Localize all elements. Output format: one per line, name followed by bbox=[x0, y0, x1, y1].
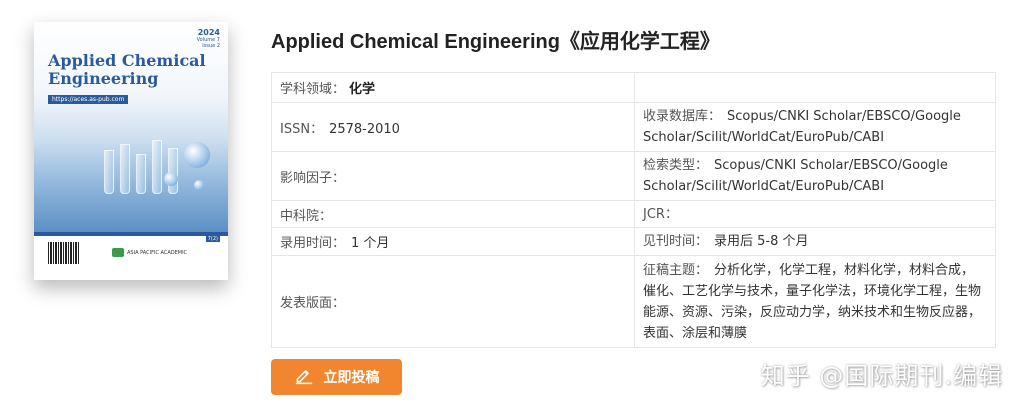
cover-title: Applied Chemical Engineering bbox=[48, 51, 206, 88]
database-cell: 收录数据库： Scopus/CNKI Scholar/EBSCO/Google S… bbox=[634, 102, 996, 152]
submit-button[interactable]: 立即投稿 bbox=[271, 359, 402, 395]
table-row: ISSN： 2578-2010 收录数据库： Scopus/CNKI Scholar… bbox=[271, 102, 996, 152]
acceptance-time-value: 1 个月 bbox=[351, 236, 390, 251]
empty-cell bbox=[634, 72, 996, 103]
publish-time-cell: 见刊时间： 录用后 5-8 个月 bbox=[634, 227, 996, 256]
impact-factor-label: 影响因子： bbox=[280, 170, 346, 186]
publisher-logo-icon bbox=[112, 248, 124, 257]
issn-cell: ISSN： 2578-2010 bbox=[271, 102, 635, 152]
issn-label: ISSN： bbox=[280, 121, 324, 137]
watermark-text: 知乎 @国际期刊.编辑 bbox=[760, 362, 1003, 390]
subject-label: 学科领域： bbox=[280, 82, 346, 97]
table-row: 录用时间： 1 个月 见刊时间： 录用后 5-8 个月 bbox=[271, 227, 996, 256]
table-row: 中科院： JCR： bbox=[271, 200, 996, 228]
issn-value: 2578-2010 bbox=[329, 121, 400, 137]
table-row: 影响因子： 检索类型： Scopus/CNKI Scholar/EBSCO/Goo… bbox=[271, 151, 996, 201]
table-row: 学科领域： 化学 bbox=[271, 72, 996, 103]
barcode-icon bbox=[48, 242, 80, 264]
database-label: 收录数据库： bbox=[643, 109, 722, 124]
cover-url: https://aces.as-pub.com bbox=[48, 95, 129, 104]
cover-year: 2024 Volume 7 Issue 2 bbox=[196, 28, 220, 49]
cas-label: 中科院： bbox=[280, 208, 333, 224]
cover-band bbox=[34, 232, 228, 236]
layout-label: 发表版面： bbox=[280, 296, 346, 311]
publish-time-value: 录用后 5-8 个月 bbox=[714, 234, 809, 249]
journal-cover[interactable]: 2024 Volume 7 Issue 2 Applied Chemical E… bbox=[34, 22, 228, 280]
jcr-label: JCR： bbox=[643, 206, 678, 222]
index-type-label: 检索类型： bbox=[643, 158, 709, 173]
topics-label: 征稿主题： bbox=[643, 262, 709, 278]
acceptance-time-label: 录用时间： bbox=[280, 236, 346, 251]
acceptance-time-cell: 录用时间： 1 个月 bbox=[271, 227, 635, 256]
table-row: 发表版面： 征稿主题： 分析化学，化学工程，材料化学，材料合成，催化、工艺化学与技… bbox=[271, 255, 996, 348]
topics-cell: 征稿主题： 分析化学，化学工程，材料化学，材料合成，催化、工艺化学与技术，量子化学… bbox=[634, 255, 996, 348]
layout-cell: 发表版面： bbox=[271, 255, 635, 348]
cover-issue-badge: 7(2) bbox=[205, 236, 220, 242]
cas-cell: 中科院： bbox=[271, 200, 635, 228]
publish-time-label: 见刊时间： bbox=[643, 234, 709, 249]
index-type-cell: 检索类型： Scopus/CNKI Scholar/EBSCO/Google Sc… bbox=[634, 151, 996, 201]
subject-cell: 学科领域： 化学 bbox=[271, 72, 635, 103]
subject-value: 化学 bbox=[349, 82, 376, 97]
submit-label: 立即投稿 bbox=[323, 370, 380, 386]
journal-info-table: 学科领域： 化学 ISSN： 2578-2010 收录数据库： Scopus/CNKI… bbox=[271, 72, 996, 348]
journal-title: Applied Chemical Engineering《应用化学工程》 bbox=[271, 31, 720, 53]
impact-factor-cell: 影响因子： bbox=[271, 151, 635, 201]
pencil-edit-icon bbox=[294, 365, 314, 389]
publisher-name: ASIA PACIFIC ACADEMIC bbox=[127, 250, 188, 256]
jcr-cell: JCR： bbox=[634, 200, 996, 228]
